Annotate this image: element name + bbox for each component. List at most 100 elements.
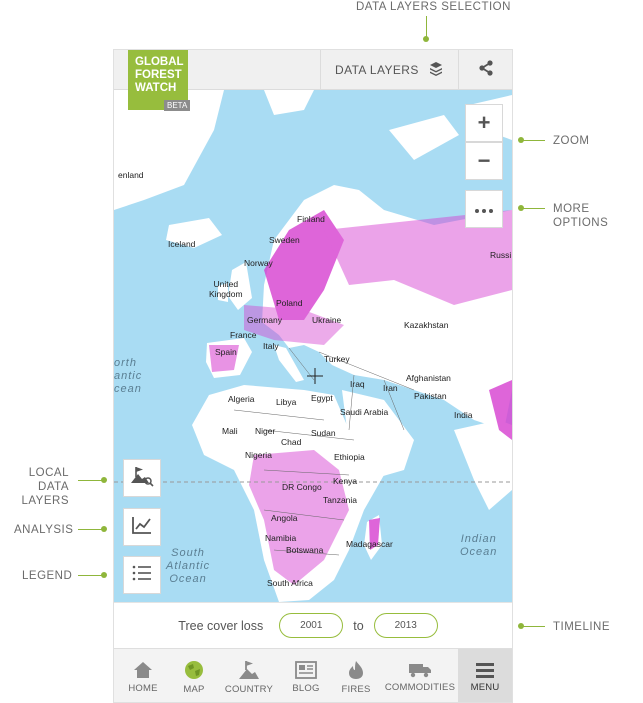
map-label: Sudan xyxy=(311,428,336,438)
nav-fires[interactable]: FIRES xyxy=(330,649,382,702)
map-label: United xyxy=(213,279,239,289)
nav-blog[interactable]: BLOG xyxy=(282,649,330,702)
local-data-layers-icon xyxy=(130,465,154,492)
map-label: Iraq xyxy=(350,379,365,389)
map-canvas[interactable]: enland Finland Iceland Sweden Norway Rus… xyxy=(114,90,512,602)
map-label: Iceland xyxy=(168,239,196,249)
map-label: Finland xyxy=(297,214,325,224)
menu-icon xyxy=(476,662,494,678)
nav-label: HOME xyxy=(128,682,158,694)
zoom-in-button[interactable]: + xyxy=(465,104,503,142)
callout-leader xyxy=(521,208,545,209)
nav-menu[interactable]: MENU xyxy=(458,649,512,702)
share-button[interactable] xyxy=(458,50,512,90)
ocean-label-line: cean xyxy=(114,383,142,395)
map-label: Russi xyxy=(490,250,512,260)
map-label: France xyxy=(230,330,257,340)
map-label: enland xyxy=(118,170,144,180)
map-label: Iran xyxy=(383,383,398,393)
map-label: Pakistan xyxy=(414,391,447,401)
data-layers-button[interactable]: DATA LAYERS xyxy=(320,50,458,90)
callout-dot xyxy=(101,526,107,532)
nav-label: FIRES xyxy=(341,683,371,695)
map-land xyxy=(114,90,512,602)
map-label: Kingdom xyxy=(209,289,243,299)
share-icon xyxy=(478,59,494,81)
timeline-end-year[interactable]: 2013 xyxy=(373,613,438,638)
more-options-button[interactable] xyxy=(465,190,503,228)
ocean-label-line: orth xyxy=(114,357,137,369)
map-landmass xyxy=(454,420,512,510)
ocean-label-line: antic xyxy=(114,370,143,382)
map-label: Kazakhstan xyxy=(404,320,449,330)
timeline-bar: Tree cover loss 2001 to 2013 xyxy=(114,602,512,648)
analysis-button[interactable] xyxy=(123,508,161,546)
ocean-label-indian: Indian Ocean xyxy=(460,533,497,559)
nav-country[interactable]: COUNTRY xyxy=(216,649,282,702)
ocean-label-north-atlantic: orth antic cean xyxy=(114,357,142,396)
ocean-label-line: Indian xyxy=(460,533,497,545)
nav-label: COUNTRY xyxy=(224,683,274,695)
callout-more-options: MORE OPTIONS xyxy=(553,203,609,229)
map-label: Norway xyxy=(244,258,273,268)
ocean-label-line: Atlantic xyxy=(166,560,211,572)
map-label: Chad xyxy=(281,437,302,447)
map-label: Namibia xyxy=(265,533,297,543)
zoom-out-button[interactable]: − xyxy=(465,142,503,180)
map-label: South Africa xyxy=(267,578,313,588)
callout-legend: LEGEND xyxy=(22,570,73,582)
nav-label: COMMODITIES xyxy=(384,681,456,693)
globe-icon xyxy=(185,660,203,679)
map-label: Germany xyxy=(247,315,282,325)
callout-dot xyxy=(101,477,107,483)
data-layers-label: DATA LAYERS xyxy=(335,63,419,77)
ocean-label-line: Ocean xyxy=(460,546,498,558)
map-label: Botswana xyxy=(286,545,324,555)
map-label: Poland xyxy=(276,298,303,308)
map-label: Nigeria xyxy=(245,450,272,460)
map-label: Spain xyxy=(215,347,237,357)
callout-leader xyxy=(78,480,102,481)
local-data-layers-button[interactable] xyxy=(123,459,161,497)
map-label: Madagascar xyxy=(346,539,393,549)
analysis-chart-icon xyxy=(131,515,153,540)
callout-dot xyxy=(423,36,429,42)
nav-label: MAP xyxy=(183,683,205,695)
map-landmass xyxy=(264,90,314,115)
callout-timeline: TIMELINE xyxy=(553,621,611,633)
map-label: Italy xyxy=(263,341,279,351)
bottom-navigation: HOME MAP COUNTRY BLOG FIRES COMMODITIES … xyxy=(114,648,512,702)
callout-zoom: ZOOM xyxy=(553,135,590,147)
map-label: Kenya xyxy=(333,476,358,486)
legend-button[interactable] xyxy=(123,556,161,594)
callout-data-layers-selection: DATA LAYERS SELECTION xyxy=(356,1,511,13)
ocean-label-south-atlantic: South Atlantic Ocean xyxy=(166,547,210,586)
map-label: Sweden xyxy=(269,235,300,245)
fire-icon xyxy=(349,660,363,679)
nav-home[interactable]: HOME xyxy=(114,649,172,702)
nav-map[interactable]: MAP xyxy=(172,649,216,702)
callout-local-line-2: LAYERS xyxy=(21,495,69,507)
map-label: Tanzania xyxy=(323,495,358,505)
callout-leader xyxy=(521,140,545,141)
callout-leader xyxy=(78,529,102,530)
home-icon xyxy=(134,661,152,678)
timeline-separator: to xyxy=(353,618,364,633)
timeline-start-year[interactable]: 2001 xyxy=(279,613,344,638)
blog-icon xyxy=(295,660,317,679)
nav-commodities[interactable]: COMMODITIES xyxy=(382,649,458,702)
callout-analysis: ANALYSIS xyxy=(14,524,74,536)
callout-local-line-1: LOCAL DATA xyxy=(28,467,69,493)
ocean-label-line: South xyxy=(171,547,205,559)
app-frame: DATA LAYERS GLOBAL FOREST WATCH BETA enl… xyxy=(113,49,513,703)
map-landmass xyxy=(389,115,459,160)
callout-dot xyxy=(101,572,107,578)
nav-label: BLOG xyxy=(292,682,320,694)
callout-leader xyxy=(78,575,102,576)
nav-label: MENU xyxy=(470,681,500,693)
truck-icon xyxy=(409,663,431,677)
map-label: India xyxy=(454,410,473,420)
more-options-icon xyxy=(475,200,493,218)
map-label: Afghanistan xyxy=(406,373,451,383)
country-icon xyxy=(239,660,259,679)
